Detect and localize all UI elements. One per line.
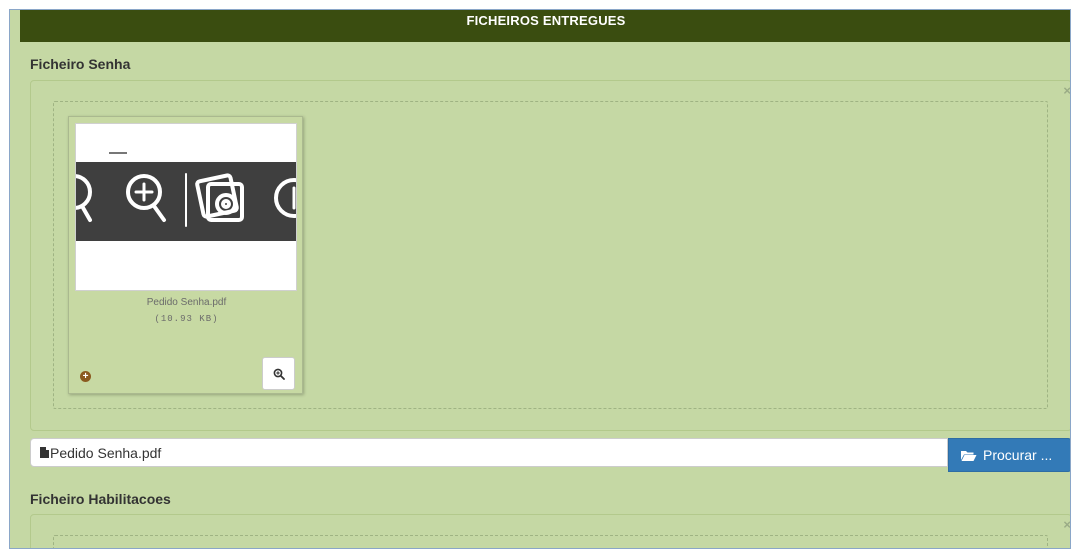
file-thumbnail-card: Pedido Senha.pdf (10.93 KB) + bbox=[68, 116, 303, 394]
close-icon[interactable]: × bbox=[1063, 517, 1070, 532]
panel-title: FICHEIROS ENTREGUES bbox=[466, 13, 626, 28]
plus-circle-icon[interactable]: + bbox=[80, 371, 91, 382]
file-preview-image bbox=[75, 123, 297, 291]
file-path-input[interactable]: Pedido Senha.pdf bbox=[30, 438, 948, 467]
browse-label: Procurar ... bbox=[983, 447, 1053, 463]
browse-button[interactable]: Procurar ... bbox=[948, 438, 1070, 472]
file-icon bbox=[40, 447, 49, 458]
zoom-in-icon bbox=[273, 368, 285, 380]
zoom-button[interactable] bbox=[262, 357, 295, 390]
file-preview-panel-senha: × Pedido Senha.pdf (10.93 KB) + bbox=[30, 80, 1070, 431]
dropzone-habilitacoes[interactable] bbox=[53, 535, 1048, 548]
section-label-senha: Ficheiro Senha bbox=[30, 56, 131, 72]
file-name: Pedido Senha.pdf bbox=[146, 297, 227, 308]
files-delivered-panel: FICHEIROS ENTREGUES Ficheiro Senha × Ped… bbox=[9, 9, 1071, 549]
panel-header: FICHEIROS ENTREGUES bbox=[20, 10, 1070, 42]
file-path-value: Pedido Senha.pdf bbox=[50, 444, 162, 461]
section-label-habilitacoes: Ficheiro Habilitacoes bbox=[30, 491, 171, 507]
file-size: (10.93 KB) bbox=[154, 314, 219, 324]
close-icon[interactable]: × bbox=[1063, 83, 1070, 98]
dropzone-senha[interactable]: Pedido Senha.pdf (10.93 KB) + bbox=[53, 101, 1048, 409]
folder-open-icon bbox=[960, 449, 977, 462]
